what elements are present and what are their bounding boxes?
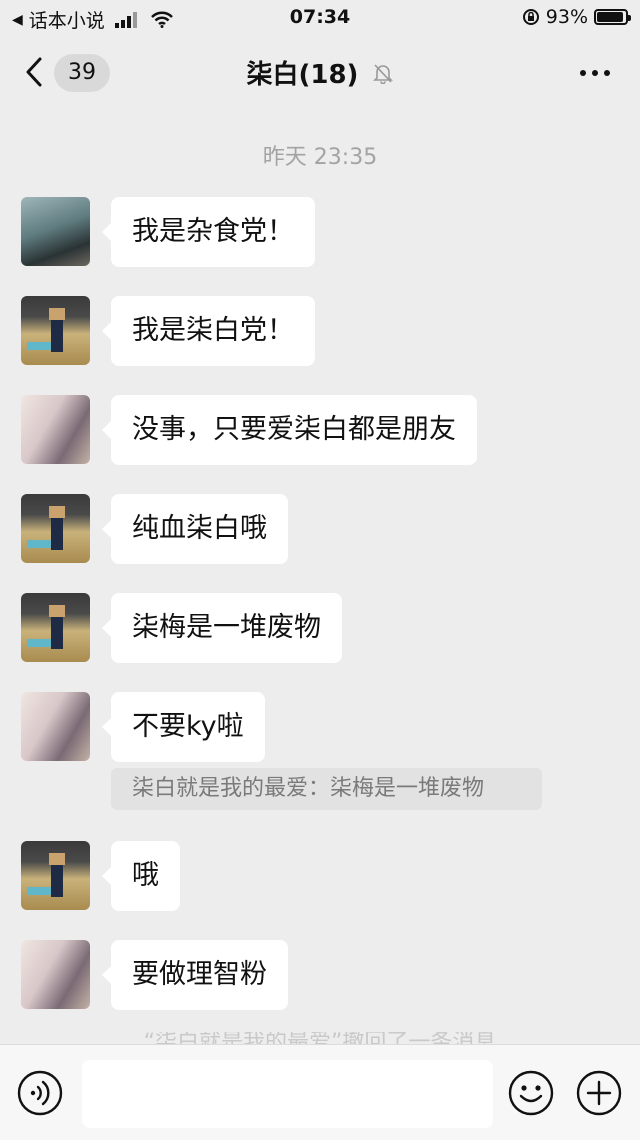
chat-header: 39 柒白(18) [0, 36, 640, 110]
orientation-lock-icon [522, 9, 539, 25]
avatar[interactable] [21, 692, 90, 761]
message-bubble[interactable]: 柒梅是一堆废物 [102, 593, 342, 663]
message-bubble[interactable]: 我是柒白党！ [102, 296, 315, 366]
input-bar [0, 1044, 640, 1140]
message-timestamp: 昨天 23:35 [262, 145, 378, 170]
message-bubble[interactable]: 我是杂食党！ [102, 197, 315, 267]
avatar[interactable] [21, 395, 90, 464]
message-bubble[interactable]: 没事，只要爱柒白都是朋友 [102, 395, 477, 465]
emoji-icon[interactable] [508, 1070, 554, 1116]
bell-off-icon [372, 63, 393, 84]
recall-notice: “柒白就是我的最爱”撤回了一条消息 [0, 1032, 640, 1044]
message-bubble[interactable]: 哦 [102, 841, 180, 911]
voice-icon[interactable] [17, 1070, 63, 1116]
chat-title: 柒白(18) [246, 60, 359, 90]
chat-title-wrap: 柒白(18) [0, 54, 640, 91]
plus-icon[interactable] [576, 1070, 622, 1116]
more-dots-icon[interactable] [580, 70, 610, 76]
message-bubble[interactable]: 要做理智粉 [102, 940, 288, 1010]
avatar[interactable] [21, 197, 90, 266]
battery-icon [594, 9, 631, 25]
avatar[interactable] [21, 494, 90, 563]
avatar[interactable] [21, 593, 90, 662]
avatar[interactable] [21, 940, 90, 1009]
status-right: 93% [522, 6, 631, 28]
message-bubble[interactable]: 不要ky啦 [102, 692, 265, 762]
battery-percent: 93% [545, 6, 588, 28]
avatar[interactable] [21, 841, 90, 910]
message-bubble[interactable]: 纯血柒白哦 [102, 494, 288, 564]
avatar[interactable] [21, 296, 90, 365]
quoted-reply[interactable]: 柒白就是我的最爱：柒梅是一堆废物 [111, 768, 542, 810]
message-input[interactable] [82, 1060, 493, 1128]
status-bar: ◀ 话本小说 07:34 93% [0, 0, 640, 36]
